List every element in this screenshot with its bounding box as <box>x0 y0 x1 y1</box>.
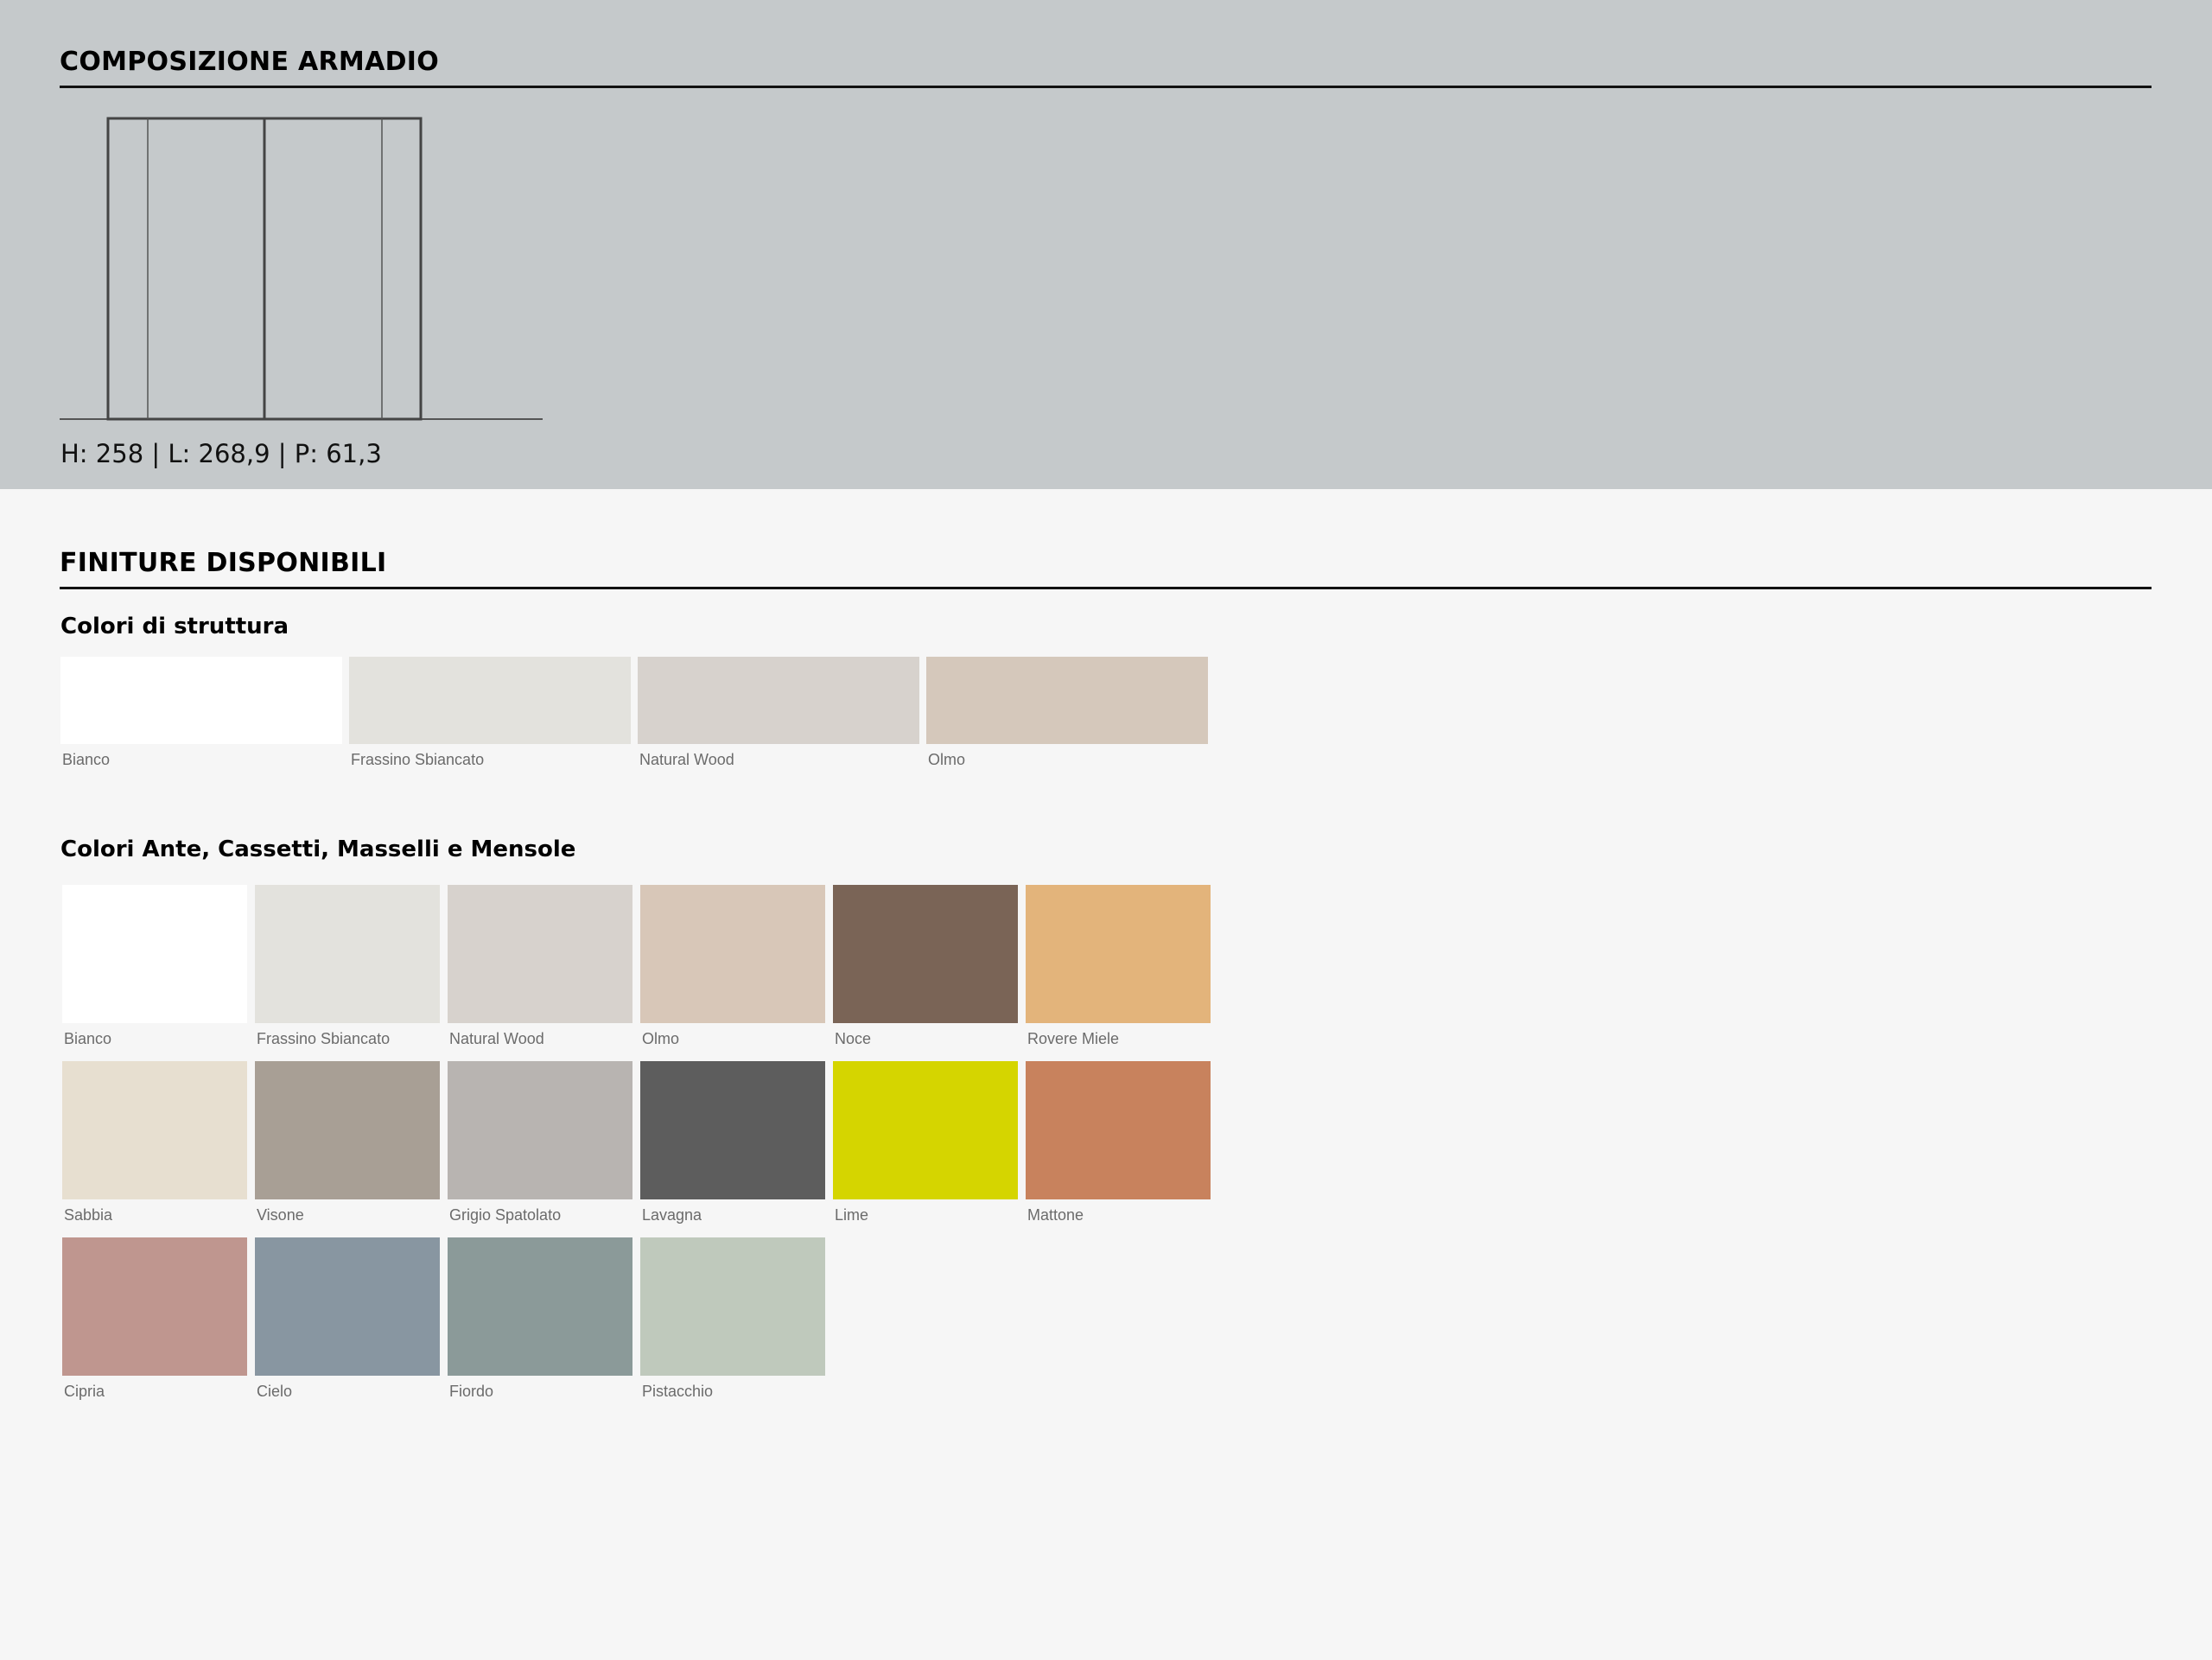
door-colors-title: Colori Ante, Cassetti, Masselli e Mensol… <box>60 836 576 862</box>
color-swatch: Rovere Miele <box>1026 885 1211 1048</box>
swatch-label: Sabbia <box>64 1206 113 1224</box>
composition-title: COMPOSIZIONE ARMADIO <box>60 47 2152 88</box>
swatch-label: Bianco <box>64 1030 112 1047</box>
swatch-color-chip <box>62 1061 247 1199</box>
color-swatch: Noce <box>833 885 1018 1048</box>
swatch-color-chip <box>60 657 342 744</box>
color-swatch: Pistacchio <box>640 1237 825 1401</box>
swatch-color-chip <box>448 1061 632 1199</box>
swatch-label: Frassino Sbiancato <box>351 751 485 768</box>
color-swatch: Lavagna <box>640 1061 825 1224</box>
color-swatch: Frassino Sbiancato <box>255 885 440 1048</box>
swatch-label: Olmo <box>642 1030 680 1047</box>
wardrobe-drawing <box>60 117 543 421</box>
swatch-color-chip <box>1026 1061 1211 1199</box>
swatch-label: Pistacchio <box>642 1383 714 1400</box>
color-swatch: Olmo <box>640 885 825 1048</box>
swatch-label: Grigio Spatolato <box>449 1206 562 1224</box>
swatch-label: Natural Wood <box>449 1030 544 1047</box>
color-swatch: Olmo <box>926 657 1208 769</box>
swatch-color-chip <box>638 657 919 744</box>
swatch-color-chip <box>62 1237 247 1376</box>
swatch-color-chip <box>640 1061 825 1199</box>
swatch-label: Rovere Miele <box>1027 1030 1120 1047</box>
color-swatch: Bianco <box>60 657 342 769</box>
color-swatch: Natural Wood <box>448 885 632 1048</box>
color-swatch: Grigio Spatolato <box>448 1061 632 1224</box>
structure-colors-title: Colori di struttura <box>60 614 289 639</box>
swatch-color-chip <box>833 1061 1018 1199</box>
swatch-label: Lime <box>835 1206 869 1224</box>
color-swatch: Lime <box>833 1061 1018 1224</box>
swatch-color-chip <box>640 885 825 1023</box>
color-swatch: Visone <box>255 1061 440 1224</box>
swatch-color-chip <box>255 885 440 1023</box>
color-swatch: Sabbia <box>62 1061 247 1224</box>
swatch-label: Bianco <box>62 751 111 768</box>
swatch-label: Visone <box>257 1206 304 1224</box>
swatch-color-chip <box>1026 885 1211 1023</box>
swatch-color-chip <box>448 1237 632 1376</box>
swatch-label: Noce <box>835 1030 872 1047</box>
swatch-label: Cipria <box>64 1383 105 1400</box>
color-swatch: Natural Wood <box>638 657 919 769</box>
swatch-color-chip <box>926 657 1208 744</box>
swatch-label: Mattone <box>1027 1206 1084 1224</box>
color-swatch: Mattone <box>1026 1061 1211 1224</box>
swatch-label: Olmo <box>928 751 966 768</box>
color-swatch: Cipria <box>62 1237 247 1401</box>
wardrobe-dimensions: H: 258 | L: 268,9 | P: 61,3 <box>60 439 382 468</box>
swatch-label: Fiordo <box>449 1383 494 1400</box>
swatch-color-chip <box>255 1237 440 1376</box>
swatch-label: Cielo <box>257 1383 293 1400</box>
color-swatch: Bianco <box>62 885 247 1048</box>
finishes-title: FINITURE DISPONIBILI <box>60 548 2152 589</box>
color-swatch: Cielo <box>255 1237 440 1401</box>
swatch-color-chip <box>640 1237 825 1376</box>
swatch-color-chip <box>62 885 247 1023</box>
swatch-label: Lavagna <box>642 1206 702 1224</box>
swatch-color-chip <box>448 885 632 1023</box>
color-swatch: Fiordo <box>448 1237 632 1401</box>
swatch-color-chip <box>833 885 1018 1023</box>
swatch-color-chip <box>255 1061 440 1199</box>
swatch-label: Frassino Sbiancato <box>257 1030 391 1047</box>
swatch-color-chip <box>349 657 631 744</box>
swatch-label: Natural Wood <box>639 751 734 768</box>
color-swatch: Frassino Sbiancato <box>349 657 631 769</box>
